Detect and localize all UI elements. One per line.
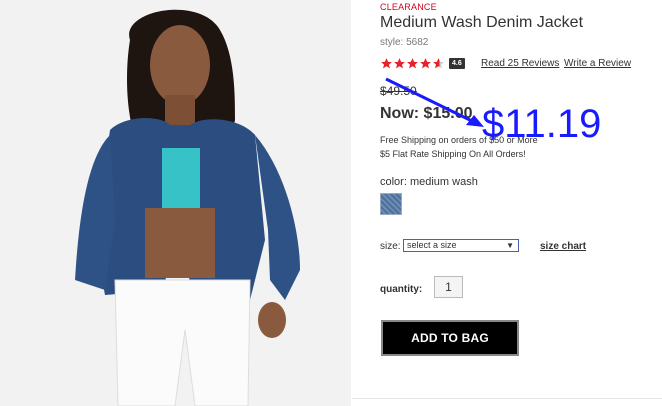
size-select[interactable]: select a size ▼	[403, 239, 519, 252]
product-title: Medium Wash Denim Jacket	[380, 14, 584, 31]
size-chart-link[interactable]: size chart	[540, 241, 586, 252]
clearance-badge: CLEARANCE	[380, 2, 437, 12]
rating-value-badge: 4.6	[449, 57, 465, 69]
write-review-link[interactable]: Write a Review	[564, 58, 631, 69]
size-label: size:	[380, 241, 401, 252]
product-image[interactable]	[0, 0, 351, 406]
color-label: color: medium wash	[380, 176, 478, 188]
annotation-price: $11.19	[482, 102, 602, 146]
annotation-arrow-icon	[385, 77, 484, 127]
quantity-label: quantity:	[380, 284, 423, 295]
add-to-bag-button[interactable]: ADD TO BAG	[381, 320, 519, 356]
quantity-input[interactable]: 1	[434, 276, 463, 298]
divider	[352, 398, 662, 399]
rating-row: 4.6	[380, 56, 465, 70]
shipping-info-flat: $5 Flat Rate Shipping On All Orders!	[380, 149, 526, 159]
read-reviews-link[interactable]: Read 25 Reviews	[481, 58, 559, 69]
chevron-down-icon: ▼	[506, 241, 514, 250]
star-icon	[407, 57, 418, 68]
star-icon	[394, 57, 405, 68]
star-icon	[420, 57, 431, 68]
model-illustration	[0, 0, 351, 406]
size-select-value: select a size	[407, 240, 457, 250]
star-icon	[381, 57, 392, 68]
star-icon	[433, 57, 444, 68]
color-swatch-medium-wash[interactable]	[380, 193, 402, 215]
style-number: style: 5682	[380, 37, 429, 48]
star-rating	[380, 57, 445, 70]
